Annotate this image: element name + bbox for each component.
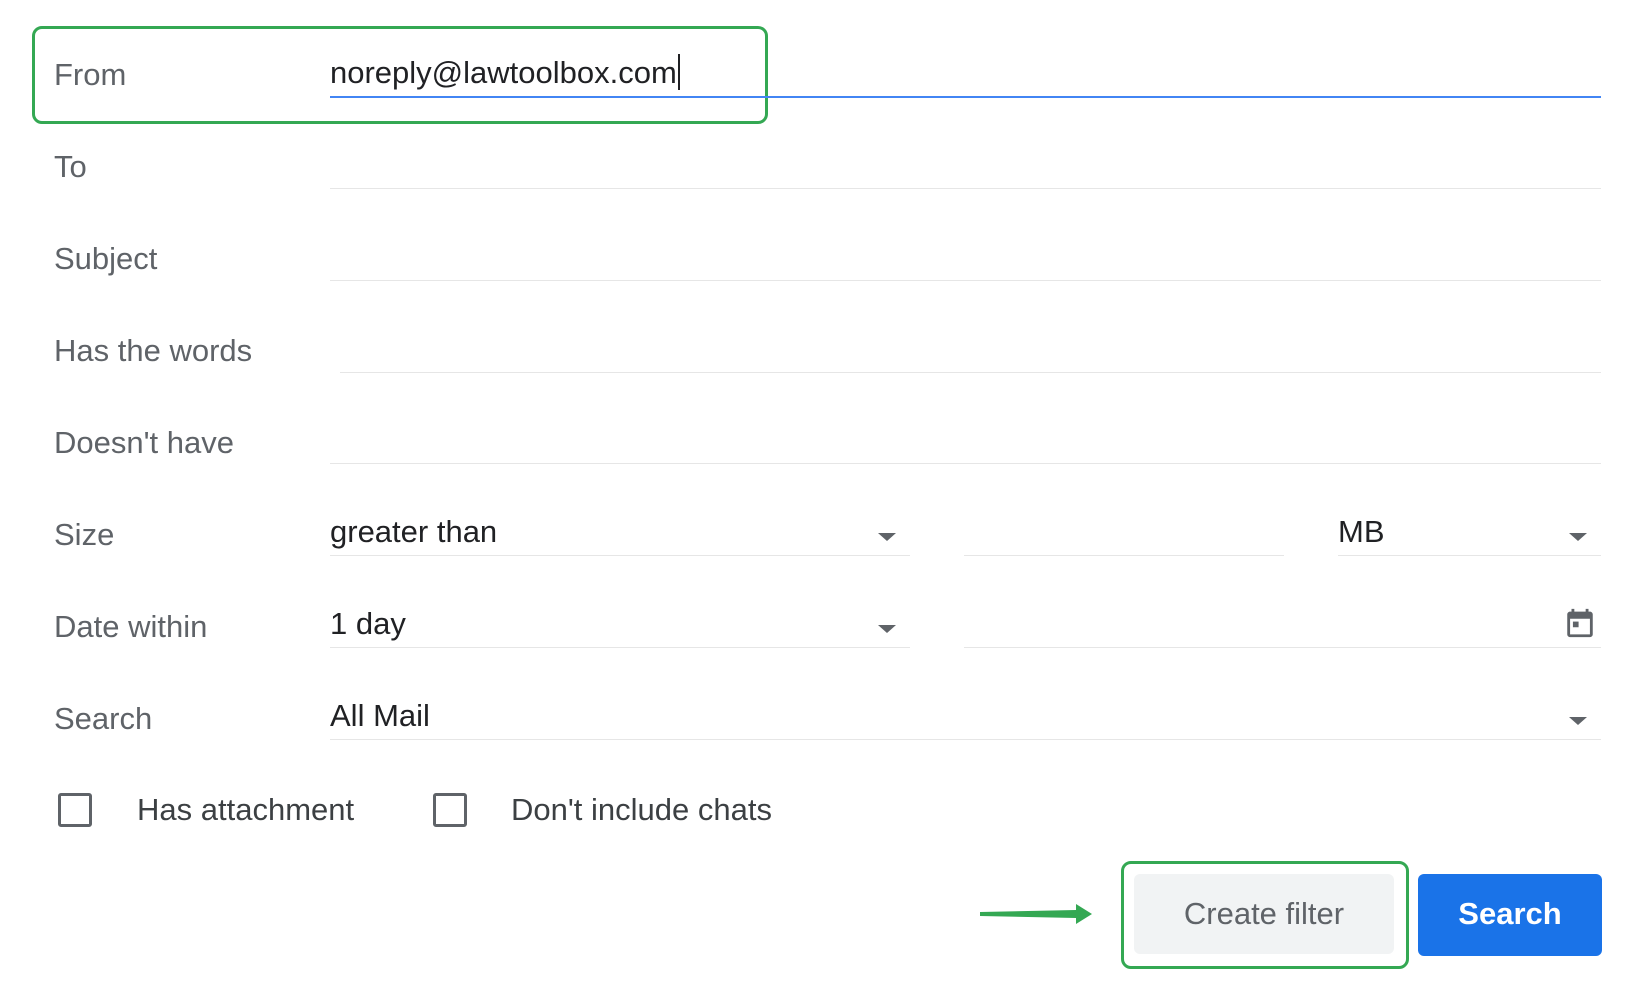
size-unit-value: MB: [1338, 514, 1385, 549]
date-within-label: Date within: [54, 609, 208, 644]
search-scope-value: All Mail: [330, 698, 430, 733]
dont-include-chats-label[interactable]: Don't include chats: [511, 790, 772, 830]
size-amount-input[interactable]: [964, 512, 1284, 556]
from-label: From: [54, 57, 127, 92]
has-attachment-label[interactable]: Has attachment: [137, 790, 354, 830]
from-input[interactable]: noreply@lawtoolbox.com: [330, 52, 1601, 98]
chevron-down-icon: [1569, 533, 1587, 541]
chevron-down-icon: [1569, 717, 1587, 725]
chevron-down-icon: [878, 625, 896, 633]
date-within-value: 1 day: [330, 606, 406, 641]
create-filter-button[interactable]: Create filter: [1134, 874, 1394, 954]
to-input[interactable]: [330, 145, 1601, 189]
chevron-down-icon: [878, 533, 896, 541]
to-label: To: [54, 149, 87, 184]
has-words-input[interactable]: [340, 329, 1601, 373]
search-scope-label: Search: [54, 701, 153, 736]
from-value: noreply@lawtoolbox.com: [330, 55, 677, 90]
text-caret: [677, 54, 680, 90]
subject-label: Subject: [54, 241, 158, 276]
size-unit-select[interactable]: MB: [1338, 512, 1601, 556]
doesnt-have-label: Doesn't have: [54, 425, 234, 460]
search-scope-select[interactable]: All Mail: [330, 696, 1601, 740]
subject-input[interactable]: [330, 237, 1601, 281]
arrow-right-icon: [980, 904, 1092, 924]
calendar-icon[interactable]: [1563, 605, 1597, 641]
size-operator-select[interactable]: greater than: [330, 512, 910, 556]
size-label: Size: [54, 517, 115, 552]
search-options-panel: From noreply@lawtoolbox.com To Subject H…: [0, 0, 1632, 992]
doesnt-have-input[interactable]: [330, 420, 1601, 464]
size-operator-value: greater than: [330, 514, 498, 549]
date-input[interactable]: [964, 604, 1601, 648]
has-words-label: Has the words: [54, 333, 253, 368]
has-attachment-checkbox[interactable]: [58, 793, 92, 827]
search-button[interactable]: Search: [1418, 874, 1602, 956]
dont-include-chats-checkbox[interactable]: [433, 793, 467, 827]
date-within-select[interactable]: 1 day: [330, 604, 910, 648]
